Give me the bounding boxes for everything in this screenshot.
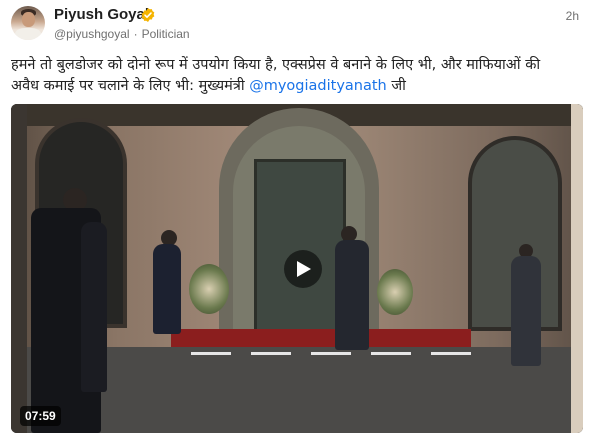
post-card: Piyush Goyal @piyushgoyal · Politician 2h … (0, 0, 595, 443)
video-scene-person (511, 256, 541, 366)
post-text: हमने तो बुलडोजर को दोनो रूप में उपयोग कि… (11, 55, 571, 97)
video-duration: 07:59 (20, 406, 61, 426)
author-role: Politician (141, 27, 190, 41)
avatar-face (22, 12, 35, 27)
play-button[interactable] (284, 250, 322, 288)
video-scene-pillar (11, 104, 27, 433)
video-scene-plant (377, 269, 413, 315)
post-text-suffix: जी (386, 78, 406, 94)
video-scene-stripe (191, 352, 231, 355)
video-scene-stripe (371, 352, 411, 355)
video-scene-column (571, 104, 583, 433)
post-timestamp[interactable]: 2h (566, 9, 579, 23)
video-scene-person (81, 222, 107, 392)
post-mention-link[interactable]: @myogiadityanath (249, 78, 387, 94)
video-scene-stripe (251, 352, 291, 355)
avatar-shirt (15, 28, 41, 40)
author-meta: @piyushgoyal · Politician (54, 27, 190, 41)
video-scene-stripe (311, 352, 351, 355)
video-scene-person (335, 240, 369, 350)
video-scene-doorway (254, 159, 346, 339)
play-icon (297, 261, 311, 277)
author-avatar[interactable] (11, 6, 45, 40)
video-scene-plant (189, 264, 229, 314)
author-handle[interactable]: @piyushgoyal (54, 27, 130, 41)
meta-separator: · (133, 27, 138, 41)
video-scene-stripe (431, 352, 471, 355)
verified-badge-icon (141, 8, 155, 22)
video-scene-person (153, 244, 181, 334)
video-player[interactable]: 07:59 (11, 104, 583, 433)
video-scene-carpet (171, 329, 471, 347)
author-name[interactable]: Piyush Goyal (54, 6, 149, 23)
